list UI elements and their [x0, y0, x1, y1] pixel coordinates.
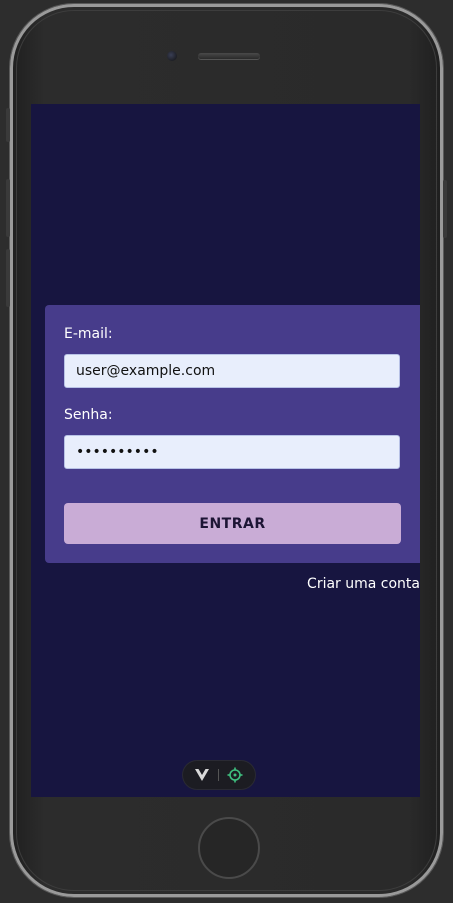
mute-switch: [6, 108, 10, 142]
email-label: E-mail:: [64, 326, 113, 342]
login-button[interactable]: ENTRAR: [64, 503, 401, 544]
volume-up-button: [6, 179, 10, 237]
devtools-toolbar: [183, 761, 255, 789]
volume-down-button: [6, 249, 10, 307]
vue-logo-icon[interactable]: [194, 767, 210, 783]
toolbar-separator: [218, 769, 219, 781]
power-button: [443, 180, 447, 238]
password-input[interactable]: [64, 435, 400, 469]
front-camera: [167, 51, 177, 61]
email-input[interactable]: [64, 354, 400, 388]
earpiece-speaker: [198, 53, 260, 59]
login-card: E-mail: Senha: ENTRAR: [45, 305, 420, 563]
crosshair-icon[interactable]: [227, 767, 243, 783]
desktop-background: E-mail: Senha: ENTRAR Criar uma conta: [0, 0, 453, 903]
app-screen: E-mail: Senha: ENTRAR Criar uma conta: [31, 104, 420, 797]
create-account-link[interactable]: Criar uma conta: [307, 576, 420, 592]
password-label: Senha:: [64, 407, 113, 423]
home-button[interactable]: [198, 817, 260, 879]
